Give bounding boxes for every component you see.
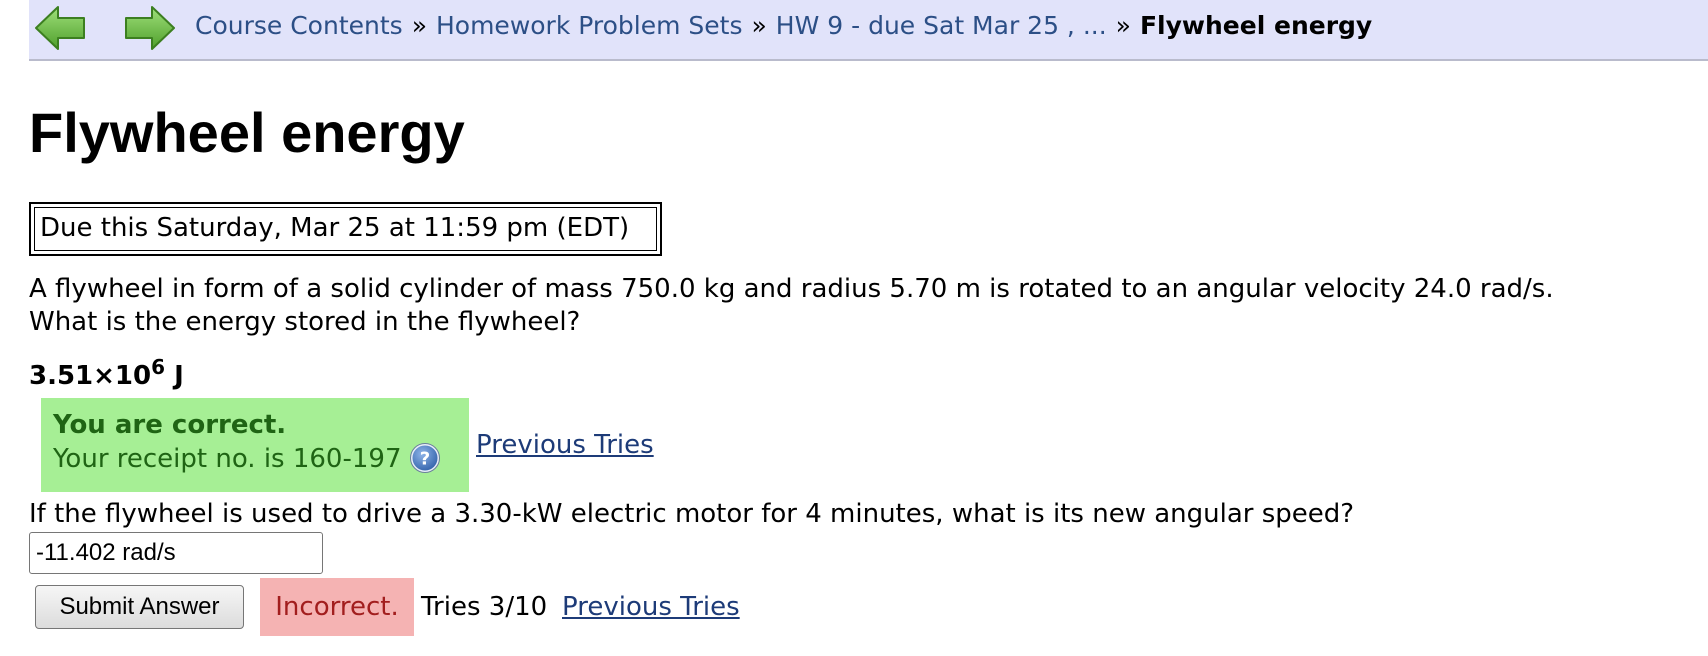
- green-right-arrow-icon[interactable]: [123, 3, 177, 53]
- question-mark-help-icon[interactable]: ?: [409, 443, 440, 473]
- navigation-bar: Course Contents » Homework Problem Sets » HW…: [29, 0, 1708, 61]
- breadcrumb-link-homework-problem-sets[interactable]: Homework Problem Sets: [436, 11, 743, 40]
- svg-text:?: ?: [419, 449, 429, 470]
- correct-status-title: You are correct.: [53, 410, 287, 440]
- green-left-arrow-icon[interactable]: [33, 3, 87, 53]
- page-title: Flywheel energy: [29, 101, 465, 164]
- breadcrumb-link-course-contents[interactable]: Course Contents: [195, 11, 403, 40]
- breadcrumb-link-hw9[interactable]: HW 9 - due Sat Mar 25 , ...: [776, 11, 1107, 40]
- answer-mantissa: 3.51×10: [29, 361, 152, 391]
- answer-exponent: 6: [151, 355, 166, 379]
- question-part1-line1: A flywheel in form of a solid cylinder o…: [29, 274, 1554, 304]
- answer-input-part2[interactable]: [29, 532, 323, 574]
- breadcrumb-separator: »: [1115, 11, 1131, 40]
- breadcrumb-current: Flywheel energy: [1139, 11, 1373, 40]
- receipt-text: Your receipt no. is 160-197: [53, 444, 402, 474]
- tries-counter: Tries 3/10: [421, 592, 548, 622]
- breadcrumb-separator: »: [751, 11, 767, 40]
- breadcrumb: Course Contents » Homework Problem Sets » HW…: [195, 10, 1372, 42]
- page: Course Contents » Homework Problem Sets » HW…: [0, 0, 1708, 656]
- previous-tries-link-part2[interactable]: Previous Tries: [562, 590, 740, 624]
- submitted-answer-part1: 3.51×106 J: [29, 355, 184, 394]
- question-part2: If the flywheel is used to drive a 3.30-…: [29, 499, 1355, 529]
- correct-status-box: You are correct. Your receipt no. is 160…: [41, 398, 469, 492]
- submit-answer-button[interactable]: Submit Answer: [35, 585, 244, 629]
- breadcrumb-separator: »: [411, 11, 427, 40]
- answer-unit: J: [174, 361, 184, 391]
- due-date-text: Due this Saturday, Mar 25 at 11:59 pm (E…: [34, 207, 657, 251]
- incorrect-status-badge: Incorrect.: [260, 578, 414, 636]
- question-part1-line2: What is the energy stored in the flywhee…: [29, 307, 581, 337]
- previous-tries-link-part1[interactable]: Previous Tries: [476, 428, 654, 462]
- receipt-line: Your receipt no. is 160-197 ?: [53, 442, 457, 476]
- due-date-box: Due this Saturday, Mar 25 at 11:59 pm (E…: [29, 202, 662, 256]
